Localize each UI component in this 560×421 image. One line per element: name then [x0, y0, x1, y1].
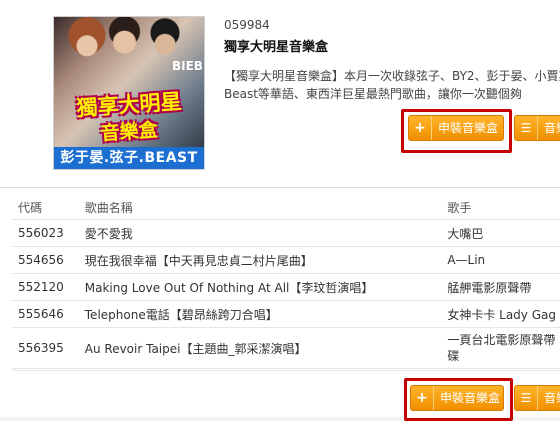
header-song: 歌曲名稱	[78, 195, 442, 220]
header-artist: 歌手	[441, 195, 560, 220]
table-row: 554656 現在我很幸福【中天再見忠貞二村片尾曲】 A—Lin	[12, 246, 560, 274]
song-code: 556023	[12, 219, 79, 247]
bottom-order-music-box-button[interactable]: + 申裝音樂盒	[410, 385, 504, 411]
song-artist: A—Lin	[441, 246, 560, 274]
album-cover-image[interactable]: BIEB 獨享大明星 音樂盒 彭于晏.弦子.BEAST	[53, 16, 205, 170]
cover-artists-photo	[54, 17, 204, 89]
song-artist: 一頁台北電影原聲帶 碟	[441, 327, 560, 369]
bottom-music-list-button-label: 音樂	[544, 391, 560, 405]
music-list-button-label: 音樂	[544, 121, 560, 135]
table-row: 556023 愛不愛我 大嘴巴	[12, 219, 560, 247]
song-artist: 艋舺電影原聲帶	[441, 273, 560, 301]
plus-icon: +	[409, 116, 432, 140]
description-line-2: Beast等華語、東西洋巨星最熱門歌曲，讓你一次聽個夠	[224, 87, 522, 101]
section-divider	[0, 187, 560, 188]
order-music-box-button[interactable]: + 申裝音樂盒	[408, 115, 504, 141]
song-table: 代碼 歌曲名稱 歌手 556023 愛不愛我 大嘴巴 554656 現在我很幸福…	[12, 195, 560, 369]
song-code: 554656	[12, 246, 79, 274]
product-code: 059984	[224, 18, 270, 32]
song-code: 556395	[12, 327, 79, 369]
song-title: Making Love Out Of Nothing At All【李玟哲演唱】	[78, 273, 442, 301]
table-bottom-divider	[12, 370, 560, 371]
table-row: 555646 Telephone電話【碧昂絲跨刀合唱】 女神卡卡 Lady Ga…	[12, 300, 560, 328]
cover-tag-text: BIEB	[172, 59, 203, 73]
list-icon: ☰	[515, 116, 538, 140]
list-icon: ☰	[515, 386, 538, 410]
song-title: 現在我很幸福【中天再見忠貞二村片尾曲】	[78, 246, 442, 274]
song-artist: 女神卡卡 Lady Gag	[441, 300, 560, 328]
order-button-label: 申裝音樂盒	[438, 121, 499, 135]
song-title: Telephone電話【碧昂絲跨刀合唱】	[78, 300, 442, 328]
song-artist-line-1: 一頁台北電影原聲帶	[447, 333, 556, 347]
product-title: 獨享大明星音樂盒	[224, 40, 329, 55]
song-artist: 大嘴巴	[441, 219, 560, 247]
table-header-row: 代碼 歌曲名稱 歌手	[12, 195, 560, 220]
song-code: 555646	[12, 300, 79, 328]
music-list-button[interactable]: ☰ 音樂	[514, 115, 560, 141]
description-line-1: 【獨享大明星音樂盒】本月一次收錄弦子、BY2、彭于晏、小賈斯	[224, 69, 560, 83]
table-row: 552120 Making Love Out Of Nothing At All…	[12, 273, 560, 301]
product-description: 【獨享大明星音樂盒】本月一次收錄弦子、BY2、彭于晏、小賈斯 Beast等華語、…	[224, 67, 560, 103]
plus-icon: +	[411, 386, 434, 410]
bottom-order-button-label: 申裝音樂盒	[440, 391, 501, 405]
song-artist-line-2: 碟	[447, 349, 460, 363]
song-title: Au Revoir Taipei【主題曲_郭采潔演唱】	[78, 327, 442, 369]
header-code: 代碼	[12, 195, 79, 220]
song-title: 愛不愛我	[78, 219, 442, 247]
bottom-music-list-button[interactable]: ☰ 音樂	[514, 385, 560, 411]
music-box-panel: BIEB 獨享大明星 音樂盒 彭于晏.弦子.BEAST 059984 獨享大明星…	[0, 0, 560, 421]
song-code: 552120	[12, 273, 79, 301]
cover-artist-strip: 彭于晏.弦子.BEAST	[54, 147, 204, 169]
table-row: 556395 Au Revoir Taipei【主題曲_郭采潔演唱】 一頁台北電…	[12, 327, 560, 369]
